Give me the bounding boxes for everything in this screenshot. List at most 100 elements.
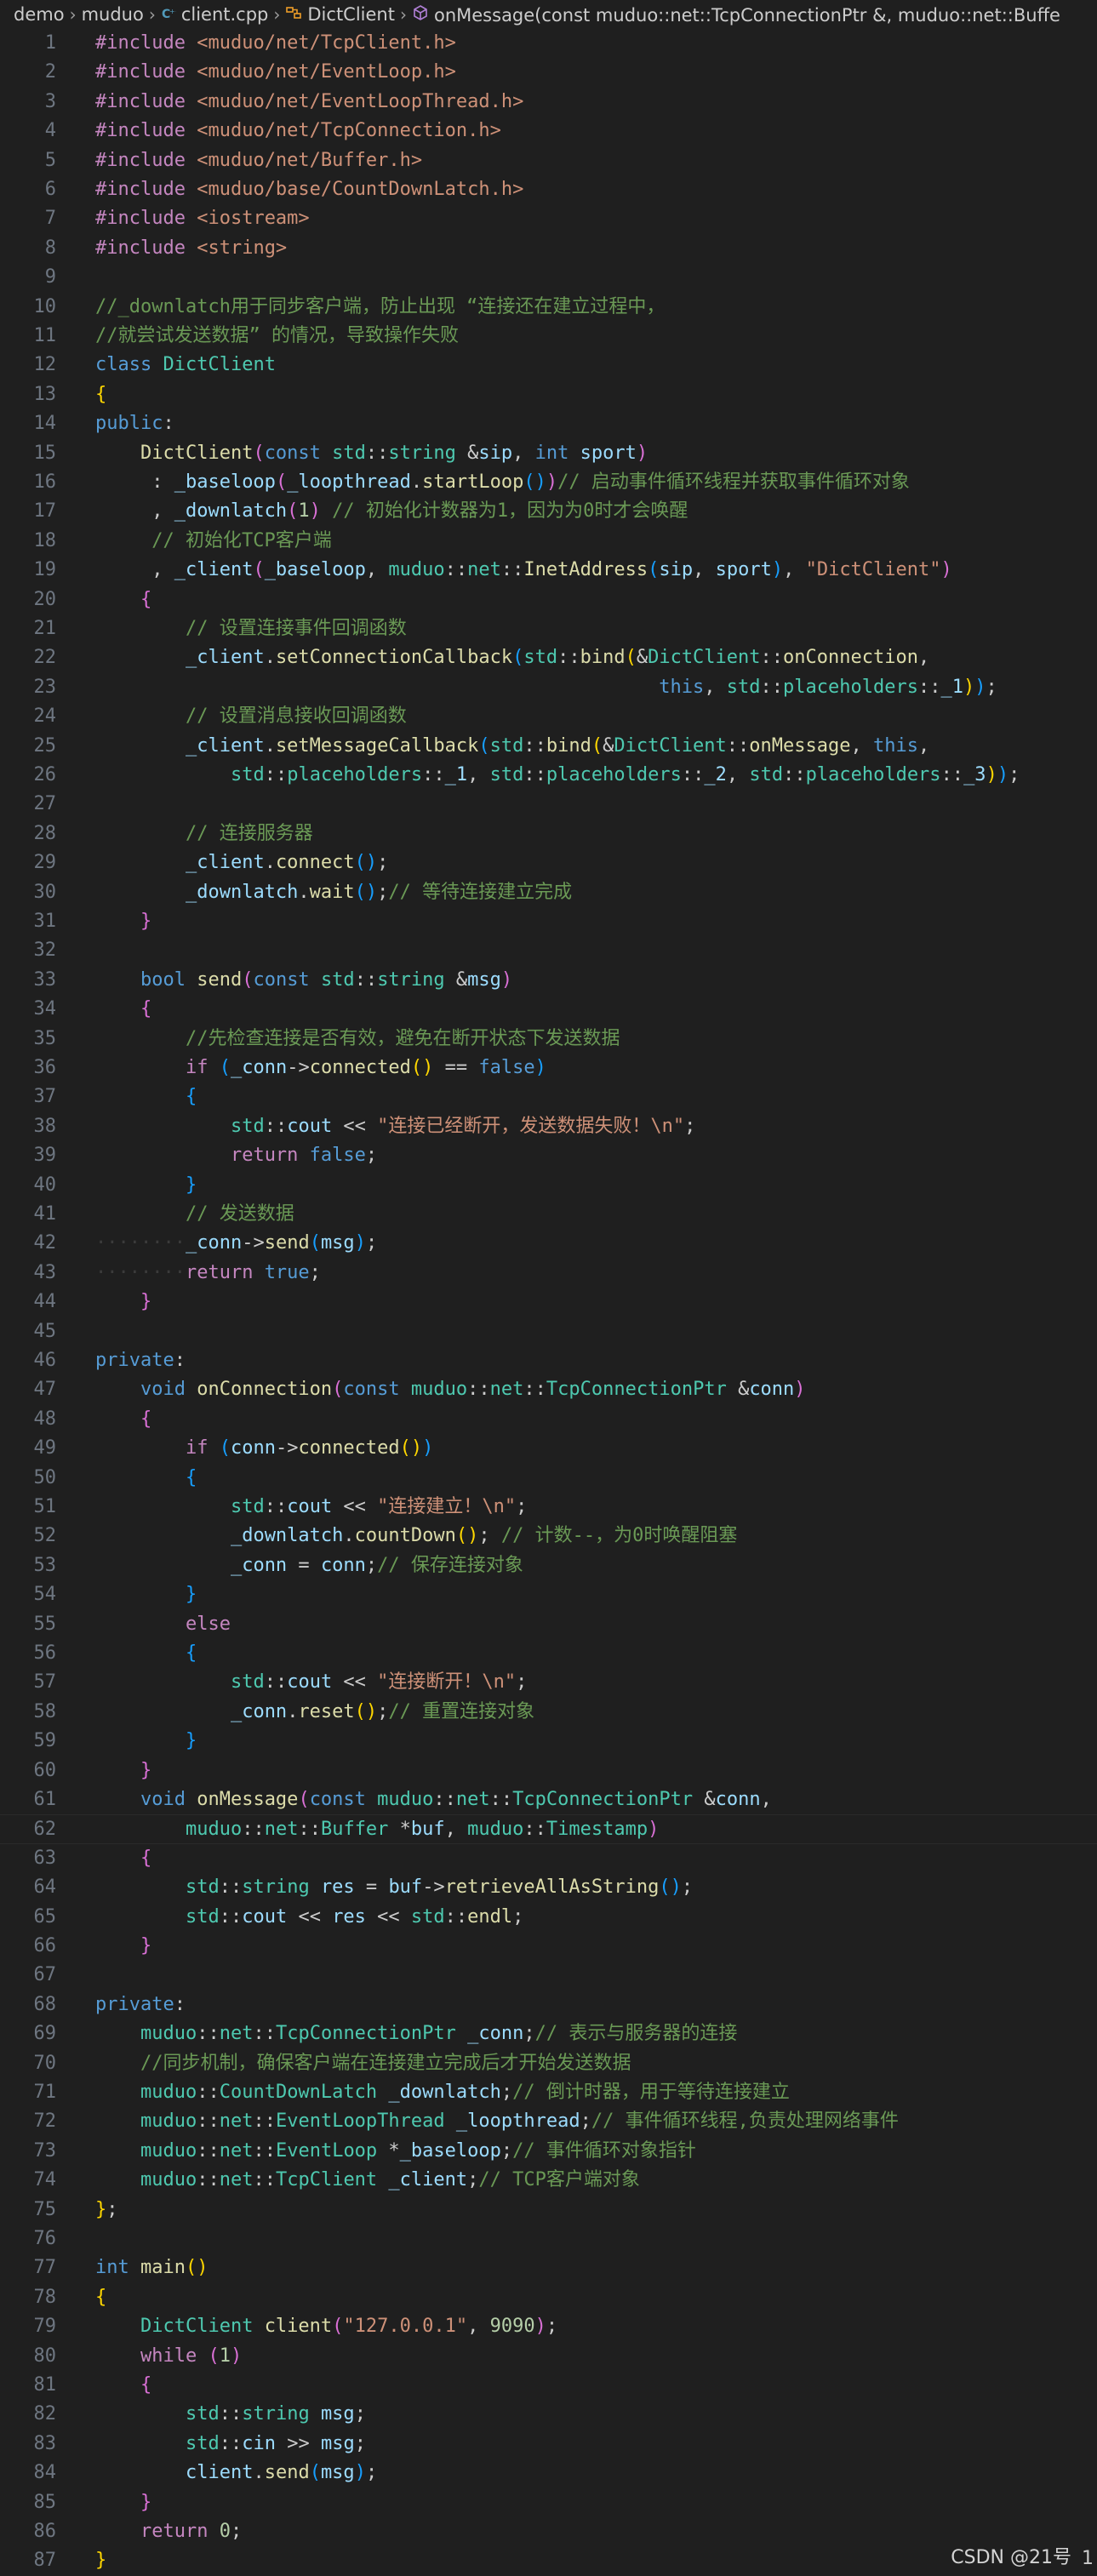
code-line[interactable]: 74 muduo::net::TcpClient _client;// TCP客… bbox=[0, 2166, 1097, 2195]
code-line[interactable]: 52 _downlatch.countDown(); // 计数--，为0时唤醒… bbox=[0, 1522, 1097, 1551]
code-line[interactable]: 5 #include <muduo/net/Buffer.h> bbox=[0, 146, 1097, 175]
code-token: ) bbox=[230, 2345, 243, 2367]
code-line[interactable]: 6 #include <muduo/base/CountDownLatch.h> bbox=[0, 175, 1097, 204]
code-line[interactable]: 61 void onMessage(const muduo::net::TcpC… bbox=[0, 1785, 1097, 1814]
code-line[interactable]: 48 { bbox=[0, 1405, 1097, 1434]
code-line[interactable]: 82 std::string msg; bbox=[0, 2400, 1097, 2429]
code-line[interactable]: 23 this, std::placeholders::_1)); bbox=[0, 673, 1097, 702]
code-line[interactable]: 72 muduo::net::EventLoopThread _loopthre… bbox=[0, 2107, 1097, 2136]
code-token: ( bbox=[253, 559, 265, 581]
code-line[interactable]: 19 , _client(_baseloop, muduo::net::Inet… bbox=[0, 556, 1097, 585]
code-line[interactable]: 44 } bbox=[0, 1288, 1097, 1317]
code-line[interactable]: 17 , _downlatch(1) // 初始化计数器为1，因为为0时才会唤醒 bbox=[0, 497, 1097, 526]
code-line[interactable]: 13 { bbox=[0, 380, 1097, 409]
code-line[interactable]: 53 _conn = conn;// 保存连接对象 bbox=[0, 1551, 1097, 1580]
code-line[interactable]: 73 muduo::net::EventLoop *_baseloop;// 事… bbox=[0, 2137, 1097, 2166]
code-line[interactable]: 26 std::placeholders::_1, std::placehold… bbox=[0, 761, 1097, 790]
code-line[interactable]: 38 std::cout << "连接已经断开，发送数据失败！\n"; bbox=[0, 1112, 1097, 1141]
code-line[interactable]: 39 return false; bbox=[0, 1141, 1097, 1170]
code-line[interactable]: 24 // 设置消息接收回调函数 bbox=[0, 702, 1097, 731]
code-line[interactable]: 42 ········_conn->send(msg); bbox=[0, 1229, 1097, 1258]
code-line[interactable]: 56 { bbox=[0, 1639, 1097, 1668]
breadcrumb-item[interactable]: DictClient bbox=[285, 4, 395, 25]
code-line[interactable]: 83 std::cin >> msg; bbox=[0, 2430, 1097, 2459]
code-token: cout bbox=[287, 1671, 333, 1694]
code-line[interactable]: 51 std::cout << "连接建立！\n"; bbox=[0, 1493, 1097, 1522]
code-line[interactable]: 77 int main() bbox=[0, 2253, 1097, 2282]
code-line[interactable]: 81 { bbox=[0, 2371, 1097, 2400]
code-line[interactable]: 68 private: bbox=[0, 1991, 1097, 2019]
code-line[interactable]: 34 { bbox=[0, 995, 1097, 1024]
code-line[interactable]: 67 bbox=[0, 1961, 1097, 1990]
code-line[interactable]: 80 while (1) bbox=[0, 2342, 1097, 2371]
code-line[interactable]: 47 void onConnection(const muduo::net::T… bbox=[0, 1375, 1097, 1404]
code-line[interactable]: 43 ········return true; bbox=[0, 1259, 1097, 1288]
code-line[interactable]: 79 DictClient client("127.0.0.1", 9090); bbox=[0, 2312, 1097, 2341]
code-line[interactable]: 40 } bbox=[0, 1171, 1097, 1200]
code-line[interactable]: 1 #include <muduo/net/TcpClient.h> bbox=[0, 29, 1097, 58]
code-line[interactable]: 9 bbox=[0, 263, 1097, 292]
code-line[interactable]: 27 bbox=[0, 790, 1097, 819]
code-token: ( bbox=[332, 2316, 344, 2338]
code-line[interactable]: 35 //先检查连接是否有效，避免在断开状态下发送数据 bbox=[0, 1025, 1097, 1054]
code-token: std bbox=[332, 442, 366, 464]
breadcrumb-item[interactable]: onMessage(const muduo::net::TcpConnectio… bbox=[412, 4, 1060, 26]
code-line[interactable]: 11 //就尝试发送数据” 的情况，导致操作失败 bbox=[0, 322, 1097, 351]
code-line[interactable]: 36 if (_conn->connected() == false) bbox=[0, 1054, 1097, 1082]
code-line[interactable]: 45 bbox=[0, 1317, 1097, 1346]
code-line[interactable]: 22 _client.setConnectionCallback(std::bi… bbox=[0, 643, 1097, 672]
code-line[interactable]: 7 #include <iostream> bbox=[0, 204, 1097, 233]
code-token: // 重置连接对象 bbox=[388, 1700, 535, 1722]
code-line[interactable]: 66 } bbox=[0, 1932, 1097, 1961]
code-line[interactable]: 87} bbox=[0, 2546, 1097, 2575]
code-line[interactable]: 21 // 设置连接事件回调函数 bbox=[0, 614, 1097, 643]
code-line[interactable]: 20 { bbox=[0, 585, 1097, 614]
code-line[interactable]: 49 if (conn->connected()) bbox=[0, 1434, 1097, 1463]
breadcrumb-item[interactable]: demo bbox=[14, 4, 65, 25]
code-line[interactable]: 84 client.send(msg); bbox=[0, 2459, 1097, 2487]
code-line[interactable]: 76 bbox=[0, 2225, 1097, 2253]
code-line[interactable]: 10 //_downlatch用于同步客户端，防止出现 “连接还在建立过程中， bbox=[0, 293, 1097, 322]
code-line[interactable]: 75}; bbox=[0, 2196, 1097, 2225]
code-line[interactable]: 16 : _baseloop(_loopthread.startLoop())/… bbox=[0, 468, 1097, 497]
code-line[interactable]: 29 _client.connect(); bbox=[0, 848, 1097, 877]
code-line[interactable]: 59 } bbox=[0, 1727, 1097, 1756]
code-line[interactable]: 8 #include <string> bbox=[0, 234, 1097, 263]
code-line[interactable]: 50 { bbox=[0, 1464, 1097, 1493]
code-line[interactable]: 64 std::string res = buf->retrieveAllAsS… bbox=[0, 1873, 1097, 1902]
code-line[interactable]: 60 } bbox=[0, 1756, 1097, 1785]
code-line[interactable]: 85 } bbox=[0, 2488, 1097, 2517]
code-line[interactable]: 63 { bbox=[0, 1844, 1097, 1873]
code-line[interactable]: 2 #include <muduo/net/EventLoop.h> bbox=[0, 58, 1097, 87]
code-line[interactable]: 41 // 发送数据 bbox=[0, 1200, 1097, 1229]
breadcrumb-item[interactable]: muduo bbox=[82, 4, 144, 25]
code-line[interactable]: 46 private: bbox=[0, 1346, 1097, 1375]
code-line[interactable]: 54 } bbox=[0, 1580, 1097, 1609]
code-line[interactable]: 30 _downlatch.wait();// 等待连接建立完成 bbox=[0, 878, 1097, 907]
code-line[interactable]: 69 muduo::net::TcpConnectionPtr _conn;//… bbox=[0, 2019, 1097, 2048]
code-line[interactable]: 86 return 0; bbox=[0, 2517, 1097, 2546]
code-line[interactable]: 32 bbox=[0, 936, 1097, 965]
code-token: :: bbox=[500, 559, 524, 581]
code-line[interactable]: 78 { bbox=[0, 2283, 1097, 2312]
code-line[interactable]: 62 muduo::net::Buffer *buf, muduo::Times… bbox=[0, 1814, 1097, 1844]
breadcrumb-item[interactable]: C++ client.cpp bbox=[161, 4, 269, 25]
code-line[interactable]: 14 public: bbox=[0, 409, 1097, 438]
code-line[interactable]: 65 std::cout << res << std::endl; bbox=[0, 1903, 1097, 1932]
code-token: DictClient bbox=[614, 734, 727, 757]
code-line[interactable]: 71 muduo::CountDownLatch _downlatch;// 倒… bbox=[0, 2078, 1097, 2107]
code-line[interactable]: 57 std::cout << "连接断开！\n"; bbox=[0, 1668, 1097, 1697]
code-line[interactable]: 18 // 初始化TCP客户端 bbox=[0, 527, 1097, 556]
code-line[interactable]: 25 _client.setMessageCallback(std::bind(… bbox=[0, 732, 1097, 761]
code-line[interactable]: 33 bool send(const std::string &msg) bbox=[0, 966, 1097, 995]
code-line[interactable]: 3 #include <muduo/net/EventLoopThread.h> bbox=[0, 88, 1097, 117]
code-line[interactable]: 70 //同步机制，确保客户端在连接建立完成后才开始发送数据 bbox=[0, 2049, 1097, 2078]
code-line[interactable]: 12 class DictClient bbox=[0, 351, 1097, 380]
code-line[interactable]: 58 _conn.reset();// 重置连接对象 bbox=[0, 1698, 1097, 1727]
code-line[interactable]: 4 #include <muduo/net/TcpConnection.h> bbox=[0, 117, 1097, 146]
code-line[interactable]: 55 else bbox=[0, 1610, 1097, 1639]
code-line[interactable]: 15 DictClient(const std::string &sip, in… bbox=[0, 439, 1097, 468]
code-line[interactable]: 37 { bbox=[0, 1082, 1097, 1111]
code-line[interactable]: 31 } bbox=[0, 907, 1097, 936]
code-line[interactable]: 28 // 连接服务器 bbox=[0, 820, 1097, 848]
